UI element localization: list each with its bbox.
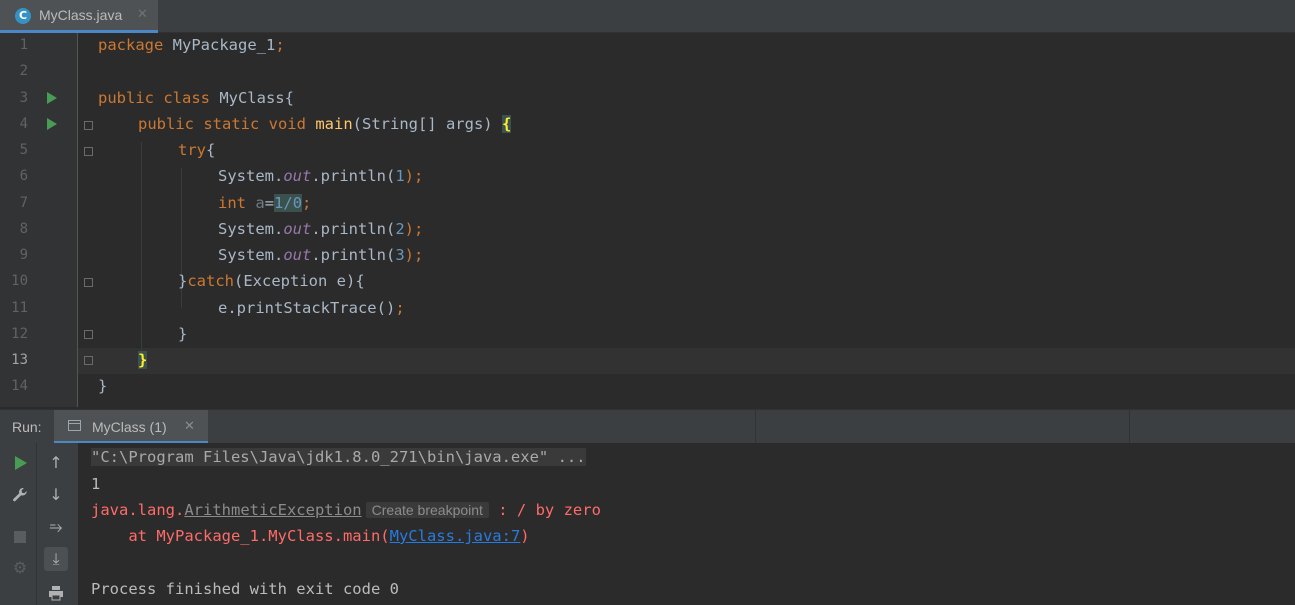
divider (1129, 410, 1130, 444)
indent-guide (141, 142, 142, 362)
code-line-13: } (138, 351, 148, 369)
print-icon[interactable] (44, 581, 68, 605)
run-label: Run: (12, 419, 42, 435)
stop-icon[interactable] (14, 531, 26, 543)
line-number: 12 (11, 326, 28, 342)
run-class-icon[interactable] (47, 92, 57, 104)
run-console[interactable]: ⚙ ↑ ↓ ⥱ ⤓ "C:\Program Files\Java\jdk1.8.… (0, 443, 1295, 605)
scroll-to-end-icon[interactable]: ⤓ (44, 547, 68, 571)
code-line-7: int a=1/0; (218, 194, 312, 212)
tab-title: MyClass.java (39, 7, 123, 23)
code-editor[interactable]: 1 2 3 4 5 6 7 8 9 10 11 12 13 14 package… (0, 33, 1295, 407)
console-icon (68, 420, 81, 431)
run-tab-title: MyClass (1) (92, 419, 167, 435)
line-number: 6 (19, 168, 28, 184)
line-number-current: 13 (11, 352, 28, 368)
line-number: 11 (11, 300, 28, 316)
line-number: 8 (19, 221, 28, 237)
fold-marker-icon[interactable] (84, 356, 93, 365)
line-number: 5 (19, 142, 28, 158)
code-line-1: package MyPackage_1; (98, 36, 285, 54)
code-line-5: try{ (178, 141, 216, 159)
close-icon[interactable]: ✕ (184, 419, 195, 434)
console-exception-line: java.lang.ArithmeticException Create brea… (91, 501, 601, 519)
code-line-10: }catch(Exception e){ (178, 272, 365, 290)
console-command-line: "C:\Program Files\Java\jdk1.8.0_271\bin\… (91, 448, 586, 466)
fold-marker-icon[interactable] (84, 278, 93, 287)
soft-wrap-icon[interactable]: ⥱ (44, 515, 68, 539)
caret-row-highlight (0, 348, 1295, 374)
run-tab-myclass[interactable]: MyClass (1) ✕ (54, 410, 208, 444)
code-line-14: } (98, 377, 108, 395)
line-number: 7 (19, 195, 28, 211)
line-number: 9 (19, 247, 28, 263)
wrench-icon[interactable] (8, 483, 32, 507)
class-c-icon: C (15, 8, 31, 24)
line-number: 2 (19, 63, 28, 79)
line-number: 10 (11, 273, 28, 289)
line-number: 1 (19, 37, 28, 53)
gutter-divider (77, 33, 78, 407)
code-line-8: System.out.println(2); (218, 220, 424, 238)
fold-marker-icon[interactable] (84, 121, 93, 130)
line-number: 3 (19, 90, 28, 106)
bug-icon[interactable]: ⚙ (8, 556, 32, 580)
tab-myclass-java[interactable]: C MyClass.java ✕ (0, 0, 158, 33)
code-line-11: e.printStackTrace(); (218, 299, 405, 317)
code-line-3: public class MyClass{ (98, 89, 294, 107)
line-number: 4 (19, 116, 28, 132)
line-number: 14 (11, 378, 28, 394)
code-line-12: } (178, 325, 188, 343)
down-arrow-icon[interactable]: ↓ (44, 483, 68, 507)
console-output-line: 1 (91, 475, 101, 493)
editor-tab-bar: C MyClass.java ✕ (0, 0, 1295, 33)
run-panel-header: Run: MyClass (1) ✕ (0, 409, 1295, 444)
console-exit-line: Process finished with exit code 0 (91, 580, 399, 598)
run-main-icon[interactable] (47, 118, 57, 130)
source-link[interactable]: MyClass.java:7 (390, 527, 521, 545)
rerun-icon[interactable] (15, 456, 27, 470)
create-breakpoint-button[interactable]: Create breakpoint (365, 502, 489, 518)
exception-link[interactable]: ArithmeticException (184, 501, 361, 519)
fold-marker-icon[interactable] (84, 330, 93, 339)
code-line-6: System.out.println(1); (218, 167, 424, 185)
fold-marker-icon[interactable] (84, 147, 93, 156)
divider (755, 410, 756, 444)
close-icon[interactable]: ✕ (137, 7, 148, 22)
console-stack-line: at MyPackage_1.MyClass.main(MyClass.java… (91, 527, 530, 545)
toolbar-divider (36, 443, 37, 605)
code-line-4: public static void main(String[] args) { (138, 115, 512, 133)
up-arrow-icon[interactable]: ↑ (44, 451, 68, 475)
code-line-9: System.out.println(3); (218, 246, 424, 264)
